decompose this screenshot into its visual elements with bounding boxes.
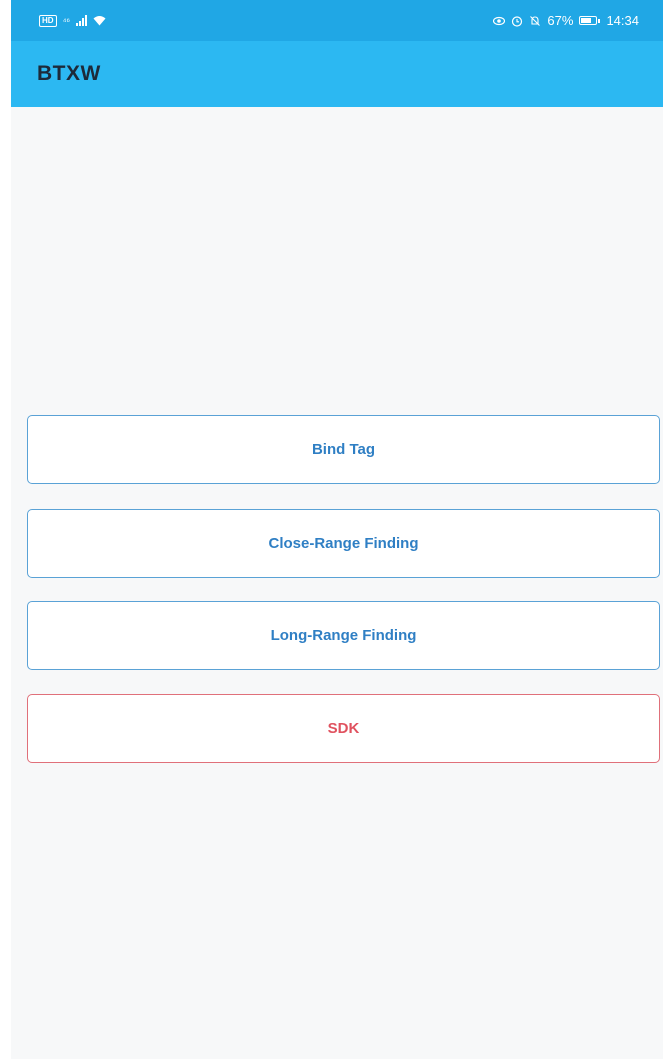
status-right: 67% 14:34 — [493, 13, 639, 28]
close-range-finding-button[interactable]: Close-Range Finding — [27, 509, 660, 578]
sdk-button[interactable]: SDK — [27, 694, 660, 763]
status-left: HD ⁴⁶ — [39, 14, 106, 27]
mute-icon — [530, 15, 541, 26]
left-gutter — [0, 0, 11, 1059]
status-bar: HD ⁴⁶ 67% 14:34 — [11, 0, 663, 41]
eye-icon — [493, 16, 506, 25]
signal-icon — [76, 15, 88, 26]
battery-icon — [579, 16, 601, 25]
alarm-icon — [512, 15, 523, 27]
signal-label: ⁴⁶ — [62, 15, 71, 26]
app-screen: HD ⁴⁶ 67% 14:34 BTXW Bind Tag Close-Rang… — [0, 0, 663, 1059]
bind-tag-button[interactable]: Bind Tag — [27, 415, 660, 484]
app-bar: BTXW — [11, 41, 663, 107]
battery-percent: 67% — [547, 13, 574, 28]
status-time: 14:34 — [606, 13, 639, 28]
long-range-finding-button[interactable]: Long-Range Finding — [27, 601, 660, 670]
wifi-icon — [93, 16, 106, 26]
hd-icon: HD — [39, 14, 57, 27]
app-title: BTXW — [37, 62, 101, 85]
